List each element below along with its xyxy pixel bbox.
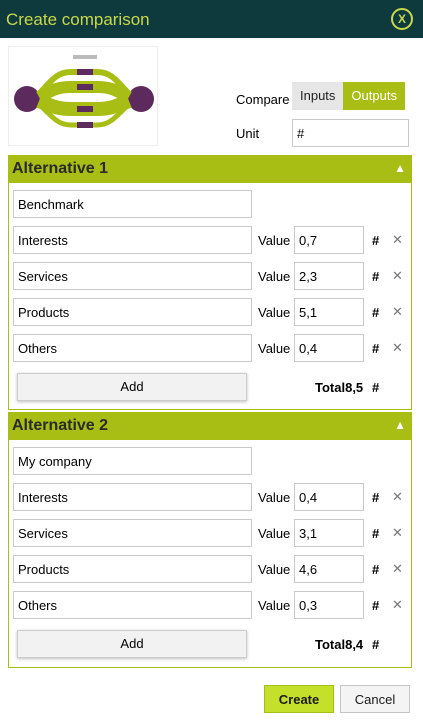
value-label: Value bbox=[258, 233, 291, 248]
value-label: Value bbox=[258, 598, 291, 613]
alternative-1-title: Alternative 1 bbox=[12, 160, 109, 177]
alternative-2-header[interactable]: Alternative 2 ▲ bbox=[8, 412, 412, 440]
alt1-row3-name-input[interactable] bbox=[13, 298, 252, 326]
alt1-row2-name-input[interactable] bbox=[13, 262, 252, 290]
dialog-title: Create comparison bbox=[6, 10, 150, 29]
unit-symbol: # bbox=[372, 490, 380, 505]
value-label: Value bbox=[258, 526, 291, 541]
create-button[interactable]: Create bbox=[264, 685, 334, 713]
alternative-2-title: Alternative 2 bbox=[12, 417, 109, 434]
compare-label: Compare bbox=[236, 92, 290, 107]
alt2-total: Total8,4 bbox=[315, 637, 363, 652]
unit-symbol: # bbox=[372, 341, 380, 356]
alt1-row4-value-input[interactable] bbox=[294, 334, 364, 362]
alt2-row1-name-input[interactable] bbox=[13, 483, 252, 511]
value-label: Value bbox=[258, 269, 291, 284]
comparison-preview-thumbnail bbox=[8, 46, 158, 146]
alt2-row4-value-input[interactable] bbox=[294, 591, 364, 619]
delete-icon[interactable]: ✕ bbox=[392, 561, 403, 577]
unit-symbol: # bbox=[372, 269, 380, 284]
alt1-row1-name-input[interactable] bbox=[13, 226, 252, 254]
alternative-1-name-input[interactable] bbox=[13, 190, 252, 218]
alt2-row2-name-input[interactable] bbox=[13, 519, 252, 547]
toggle-inputs[interactable]: Inputs bbox=[292, 82, 344, 110]
delete-icon[interactable]: ✕ bbox=[392, 597, 403, 613]
alt1-row1-value-input[interactable] bbox=[294, 226, 364, 254]
delete-icon[interactable]: ✕ bbox=[392, 489, 403, 505]
close-icon[interactable]: X bbox=[391, 8, 413, 30]
total-label: Total bbox=[315, 637, 346, 652]
delete-icon[interactable]: ✕ bbox=[392, 525, 403, 541]
delete-icon[interactable]: ✕ bbox=[392, 232, 403, 248]
dialog-titlebar: Create comparison X bbox=[0, 0, 423, 38]
alt1-row4-name-input[interactable] bbox=[13, 334, 252, 362]
unit-symbol: # bbox=[372, 526, 380, 541]
unit-symbol: # bbox=[372, 305, 380, 320]
cancel-button[interactable]: Cancel bbox=[340, 685, 410, 713]
unit-input[interactable] bbox=[292, 119, 409, 147]
unit-label: Unit bbox=[236, 126, 260, 141]
delete-icon[interactable]: ✕ bbox=[392, 304, 403, 320]
alt2-row2-value-input[interactable] bbox=[294, 519, 364, 547]
compare-toggle: Inputs Outputs bbox=[292, 82, 405, 110]
alt1-add-button[interactable]: Add bbox=[17, 373, 247, 401]
total-unit: # bbox=[372, 637, 380, 652]
value-label: Value bbox=[258, 562, 291, 577]
unit-symbol: # bbox=[372, 598, 380, 613]
value-label: Value bbox=[258, 305, 291, 320]
chevron-up-icon[interactable]: ▲ bbox=[394, 418, 406, 432]
alt2-row1-value-input[interactable] bbox=[294, 483, 364, 511]
alternative-1-header[interactable]: Alternative 1 ▲ bbox=[8, 155, 412, 183]
alt2-add-button[interactable]: Add bbox=[17, 630, 247, 658]
total-unit: # bbox=[372, 380, 380, 395]
alt2-row4-name-input[interactable] bbox=[13, 591, 252, 619]
total-label: Total bbox=[315, 380, 346, 395]
alt1-row2-value-input[interactable] bbox=[294, 262, 364, 290]
alt2-row3-value-input[interactable] bbox=[294, 555, 364, 583]
alt1-row3-value-input[interactable] bbox=[294, 298, 364, 326]
chevron-up-icon[interactable]: ▲ bbox=[394, 161, 406, 175]
unit-symbol: # bbox=[372, 562, 380, 577]
alt1-total: Total8,5 bbox=[315, 380, 363, 395]
alt2-row3-name-input[interactable] bbox=[13, 555, 252, 583]
total-value: 8,5 bbox=[345, 380, 364, 395]
value-label: Value bbox=[258, 341, 291, 356]
delete-icon[interactable]: ✕ bbox=[392, 340, 403, 356]
toggle-outputs[interactable]: Outputs bbox=[343, 82, 405, 110]
total-value: 8,4 bbox=[345, 637, 364, 652]
alternative-2-name-input[interactable] bbox=[13, 447, 252, 475]
value-label: Value bbox=[258, 490, 291, 505]
unit-symbol: # bbox=[372, 233, 380, 248]
delete-icon[interactable]: ✕ bbox=[392, 268, 403, 284]
